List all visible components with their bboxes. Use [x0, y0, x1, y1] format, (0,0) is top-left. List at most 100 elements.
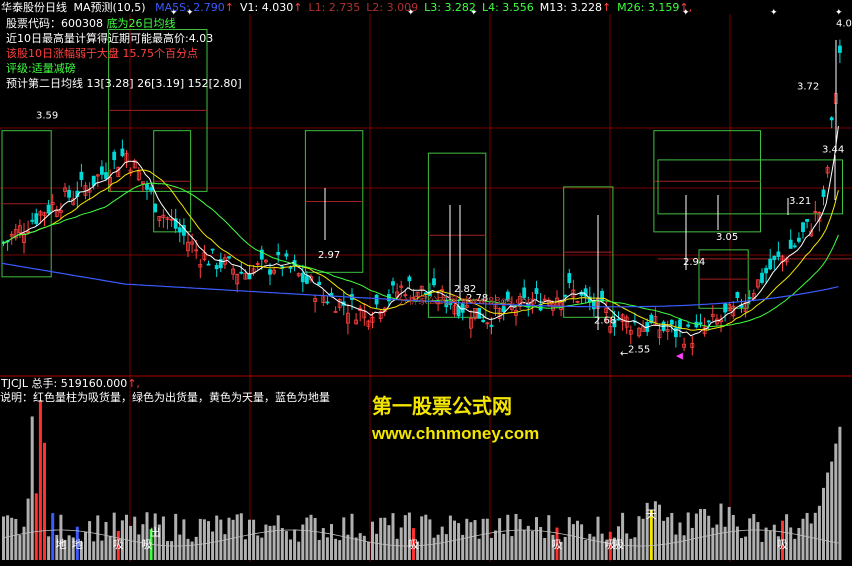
- volume-bar: [170, 541, 174, 560]
- volume-bar: [473, 520, 477, 560]
- volume-bar: [477, 538, 481, 560]
- volume-bar: [248, 519, 251, 560]
- candle-body: [407, 276, 412, 282]
- volume-bar: [338, 540, 342, 560]
- volume-bar: [178, 534, 182, 560]
- volume-bar: [432, 537, 436, 560]
- volume-bar: [723, 526, 727, 560]
- volume-bar: [43, 442, 46, 560]
- volume-bar: [51, 513, 55, 560]
- volume-bar: [186, 538, 190, 560]
- candle-body: [768, 258, 773, 270]
- volume-bar: [350, 513, 354, 560]
- volume-bar: [793, 538, 797, 560]
- volume-bar: [243, 539, 247, 560]
- volume-bar: [444, 534, 448, 560]
- candle-body: [34, 213, 39, 224]
- ma-long-line: [1, 262, 839, 308]
- candle-body: [112, 151, 117, 161]
- volume-bar: [260, 537, 264, 560]
- candle-body: [801, 222, 805, 233]
- volume-bar: [674, 534, 678, 560]
- volume-mark: 地: [72, 538, 83, 551]
- volume-bar: [822, 487, 825, 560]
- candle-body: [723, 302, 727, 313]
- volume-bar: [67, 535, 71, 560]
- volume-bar: [137, 534, 141, 560]
- volume-bar: [448, 515, 452, 560]
- volume-bar: [125, 514, 128, 560]
- candle-body: [686, 324, 691, 327]
- volume-bar: [14, 518, 18, 560]
- candle-body: [797, 237, 801, 242]
- candle-body: [567, 273, 572, 284]
- volume-bar: [211, 531, 215, 560]
- candle-body: [481, 319, 486, 323]
- volume-bar: [694, 513, 698, 560]
- volume-bar: [719, 503, 723, 560]
- volume-bar: [362, 535, 366, 560]
- candle-body: [432, 278, 436, 286]
- candle-body: [149, 187, 154, 191]
- volume-bar: [38, 400, 42, 560]
- stock-chart[interactable]: 地地吸吸出吸吸吸天吸吸 3.592.972.822.782.682.552.94…: [0, 0, 852, 562]
- volume-bar: [600, 533, 604, 560]
- volume-bar: [301, 524, 305, 560]
- volume-bar: [6, 515, 10, 560]
- candle-body: [489, 324, 494, 327]
- candle-body: [239, 271, 244, 274]
- candle-body: [276, 251, 281, 256]
- price-label: 3.44: [822, 144, 844, 155]
- volume-bar: [584, 539, 588, 560]
- grid-lines: [0, 14, 852, 562]
- volume-bar: [375, 533, 379, 560]
- volume-bar: [223, 534, 227, 560]
- volume-bar: [514, 513, 518, 560]
- volume-bar: [293, 529, 297, 560]
- volume-bar: [202, 519, 206, 560]
- volume-bar: [391, 513, 395, 560]
- volume-bar: [711, 527, 715, 560]
- volume-bar: [813, 512, 817, 560]
- volume-bar: [756, 522, 760, 560]
- volume-bar: [297, 541, 301, 560]
- volume-bar: [838, 426, 842, 560]
- volume-bar: [145, 512, 149, 560]
- candle-body: [214, 265, 219, 270]
- volume-bar: [830, 461, 834, 560]
- candle-body: [563, 294, 568, 297]
- volume-bar: [801, 518, 805, 560]
- volume-bar: [457, 523, 461, 560]
- volume-mark: 天: [646, 508, 657, 521]
- volume-bar: [330, 524, 333, 560]
- signal-marker-icon: ✦: [407, 8, 415, 18]
- candle-body: [534, 288, 539, 294]
- candle-body: [145, 184, 149, 190]
- volume-bar: [252, 519, 256, 560]
- volume-bar: [547, 515, 551, 560]
- volume-bar: [633, 537, 637, 560]
- volume-bar: [371, 521, 374, 560]
- volume-bar: [670, 512, 674, 560]
- candle-body: [153, 203, 158, 213]
- volume-bar: [383, 517, 387, 560]
- volume-bar: [768, 530, 772, 560]
- volume-bar: [18, 535, 22, 560]
- volume-bar: [797, 527, 801, 560]
- volume-bar: [489, 537, 493, 560]
- volume-bar: [629, 538, 633, 560]
- volume-bar: [707, 515, 711, 560]
- volume-bar: [686, 512, 690, 560]
- volume-bar: [563, 536, 567, 560]
- volume-bars: 地地吸吸出吸吸吸天吸吸: [1, 400, 842, 560]
- low-arrow-icon: ←: [620, 349, 628, 360]
- candle-body: [46, 204, 51, 214]
- candle-body: [210, 248, 215, 251]
- volume-mark: 吸: [777, 538, 788, 551]
- candle-body: [505, 291, 510, 301]
- volume-bar: [621, 512, 625, 560]
- volume-bar: [625, 533, 629, 560]
- volume-bar: [752, 514, 756, 560]
- volume-bar: [666, 517, 670, 560]
- volume-bar: [748, 518, 752, 560]
